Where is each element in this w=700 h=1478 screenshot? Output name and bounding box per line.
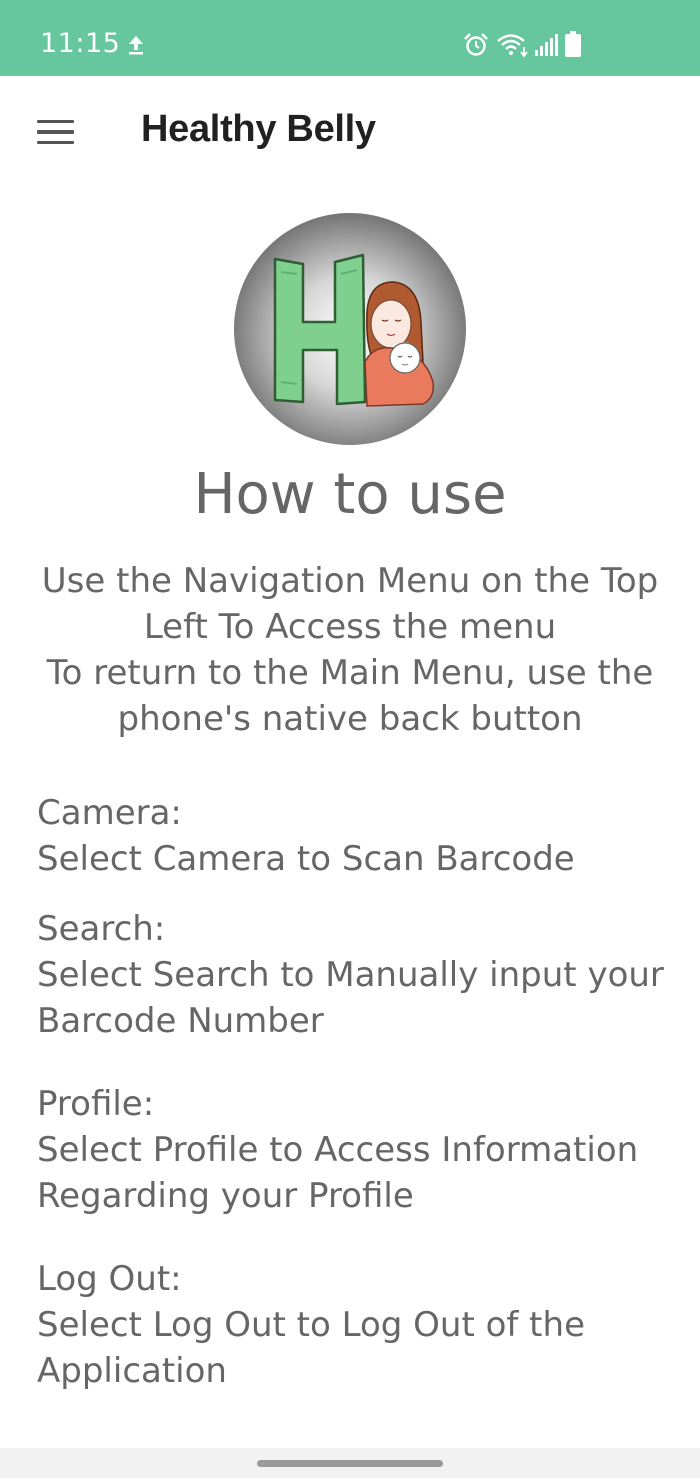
- alarm-icon: [464, 33, 488, 56]
- section-text: Select Search to Manually input your: [37, 955, 664, 995]
- menu-bar: [36, 130, 74, 134]
- section-heading: Camera:: [37, 793, 182, 833]
- section-heading: Log Out:: [37, 1259, 182, 1299]
- status-bar: 11:15: [0, 0, 700, 76]
- section-text: Select Profile to Access Information: [37, 1130, 639, 1170]
- home-gesture-handle[interactable]: [257, 1460, 443, 1467]
- profile-section: Profile: Select Profile to Access Inform…: [37, 1081, 677, 1219]
- status-time: 11:15: [40, 28, 121, 59]
- section-text: Select Log Out to Log Out of the: [37, 1305, 585, 1345]
- search-section: Search: Select Search to Manually input …: [37, 906, 677, 1044]
- intro-line: To return to the Main Menu, use the: [46, 653, 654, 693]
- intro-line: Use the Navigation Menu on the Top: [41, 561, 659, 601]
- section-text: Application: [37, 1351, 227, 1391]
- wifi-icon: [497, 34, 528, 58]
- hamburger-menu-icon[interactable]: [30, 110, 80, 154]
- page-heading: How to use: [193, 462, 507, 527]
- camera-section: Camera: Select Camera to Scan Barcode: [37, 790, 677, 882]
- menu-bar: [36, 140, 74, 145]
- intro-line: phone's native back button: [117, 699, 583, 739]
- menu-bar: [36, 119, 74, 124]
- app-logo: [234, 213, 466, 445]
- app-title: Healthy Belly: [141, 108, 376, 150]
- section-heading: Profile:: [37, 1084, 155, 1124]
- section-text: Select Camera to Scan Barcode: [37, 839, 575, 879]
- intro-line: Left To Access the menu: [143, 607, 557, 647]
- section-heading: Search:: [37, 909, 166, 949]
- signal-icon: [535, 34, 558, 56]
- section-text: Regarding your Profile: [37, 1176, 414, 1216]
- logout-section: Log Out: Select Log Out to Log Out of th…: [37, 1256, 677, 1394]
- intro-text: Use the Navigation Menu on the Top Left …: [20, 558, 680, 742]
- gesture-nav-bar: [0, 1448, 700, 1478]
- section-text: Barcode Number: [37, 1001, 324, 1041]
- battery-icon: [565, 31, 581, 57]
- upload-icon: [129, 36, 143, 55]
